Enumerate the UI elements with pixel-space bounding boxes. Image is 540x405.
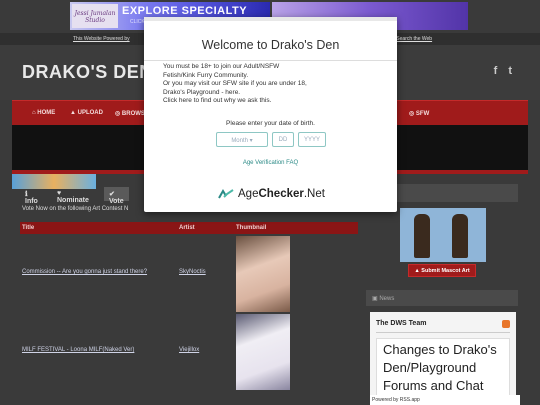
playground-link[interactable]: Drako's Playground - here.	[163, 89, 383, 98]
year-input[interactable]: YYYY	[298, 132, 326, 147]
month-placeholder: Month	[231, 138, 248, 144]
table-row-title[interactable]: MILF FESTIVAL - Loona MILF(Naked Ver)	[22, 347, 134, 353]
nav-item-sfw-label: SFW	[415, 111, 430, 117]
mascot-image[interactable]	[400, 208, 486, 262]
why-we-ask-link[interactable]: Click here to find out why we ask this.	[163, 97, 383, 106]
modal-message-line: You must be 18+ to join our Adult/NSFW	[163, 63, 280, 70]
facebook-icon[interactable]: f	[494, 65, 498, 77]
nav-item-home-label: HOME	[37, 110, 56, 116]
mascot-figure	[452, 214, 468, 258]
month-select[interactable]: Month ▾	[216, 132, 268, 147]
table-row-title[interactable]: Commission -- Are you gonna just stand t…	[22, 269, 147, 275]
thumbnail-image[interactable]	[236, 236, 290, 312]
thumbnail-image[interactable]	[236, 314, 290, 390]
divider	[376, 332, 510, 333]
tab-vote[interactable]: ✔ Vote	[104, 187, 129, 205]
sfw-site-link[interactable]: Or you may visit our SFW site if you are…	[163, 80, 383, 89]
tab-info-label: Info	[25, 198, 38, 205]
modal-message-line: Fetish/Kink Furry Community.	[163, 71, 249, 79]
day-input[interactable]: DD	[272, 132, 294, 147]
rss-icon[interactable]	[502, 320, 510, 328]
brand-regular: Age	[238, 188, 259, 200]
submit-mascot-art-label: Submit Mascot Art	[421, 268, 470, 274]
table-row-artist[interactable]: Viejillox	[179, 347, 199, 353]
social-links: f t	[486, 65, 512, 77]
vote-instructions: Vote Now on the following Art Contest N	[22, 206, 129, 212]
powered-by-rss[interactable]: Powered by RSS.app	[370, 395, 520, 405]
chevron-down-icon: ▾	[249, 138, 253, 144]
brand-bold: Checker	[258, 188, 304, 200]
nav-item-sfw[interactable]: ◎ SFW	[409, 110, 429, 117]
banner-brand-logo: Jessi Jumalan Studio	[72, 4, 118, 28]
table-header: Title Artist Thumbnail	[20, 222, 358, 234]
tab-nominate-label: Nominate	[57, 197, 89, 204]
dob-label: Please enter your date of birth.	[226, 120, 315, 127]
news-label: News	[379, 296, 395, 302]
column-title: Title	[22, 225, 35, 231]
nav-item-home[interactable]: ⌂ HOME	[32, 110, 55, 116]
tab-vote-label: Vote	[109, 198, 124, 205]
table-row-artist[interactable]: SkyNoctis	[179, 269, 206, 275]
nav-item-upload[interactable]: ▲ UPLOAD	[70, 110, 103, 116]
column-artist: Artist	[179, 225, 195, 231]
modal-title: Welcome to Drako's Den	[201, 38, 340, 52]
agechecker-wordmark: AgeChecker.Net	[238, 188, 325, 200]
twitter-icon[interactable]: t	[508, 65, 512, 77]
news-feed: The DWS Team Changes to Drako's Den/Play…	[370, 312, 516, 405]
mascot-figure	[414, 214, 430, 258]
agechecker-icon	[218, 189, 234, 199]
feed-title: The DWS Team	[376, 320, 427, 327]
submit-mascot-art-button[interactable]: ▲ Submit Mascot Art	[408, 264, 476, 277]
tab-nominate[interactable]: ♥ Nominate	[52, 187, 94, 204]
age-verification-modal: Welcome to Drako's Den You must be 18+ t…	[144, 17, 397, 212]
nav-item-upload-label: UPLOAD	[77, 110, 103, 116]
column-thumbnail: Thumbnail	[236, 225, 267, 231]
brand-suffix: .Net	[303, 188, 325, 200]
modal-header: Welcome to Drako's Den	[144, 17, 397, 61]
site-title[interactable]: DRAKO'S DEN	[22, 62, 153, 83]
powered-link[interactable]: This Website Powered by	[73, 36, 130, 42]
sidebar-news-header: ▣ News	[366, 290, 518, 306]
modal-message: You must be 18+ to join our Adult/NSFW F…	[163, 63, 383, 106]
banner-headline: EXPLORE SPECIALTY	[122, 5, 248, 17]
tab-info[interactable]: ℹ Info	[20, 187, 43, 205]
age-verification-faq-link[interactable]: Age Verification FAQ	[144, 160, 397, 166]
